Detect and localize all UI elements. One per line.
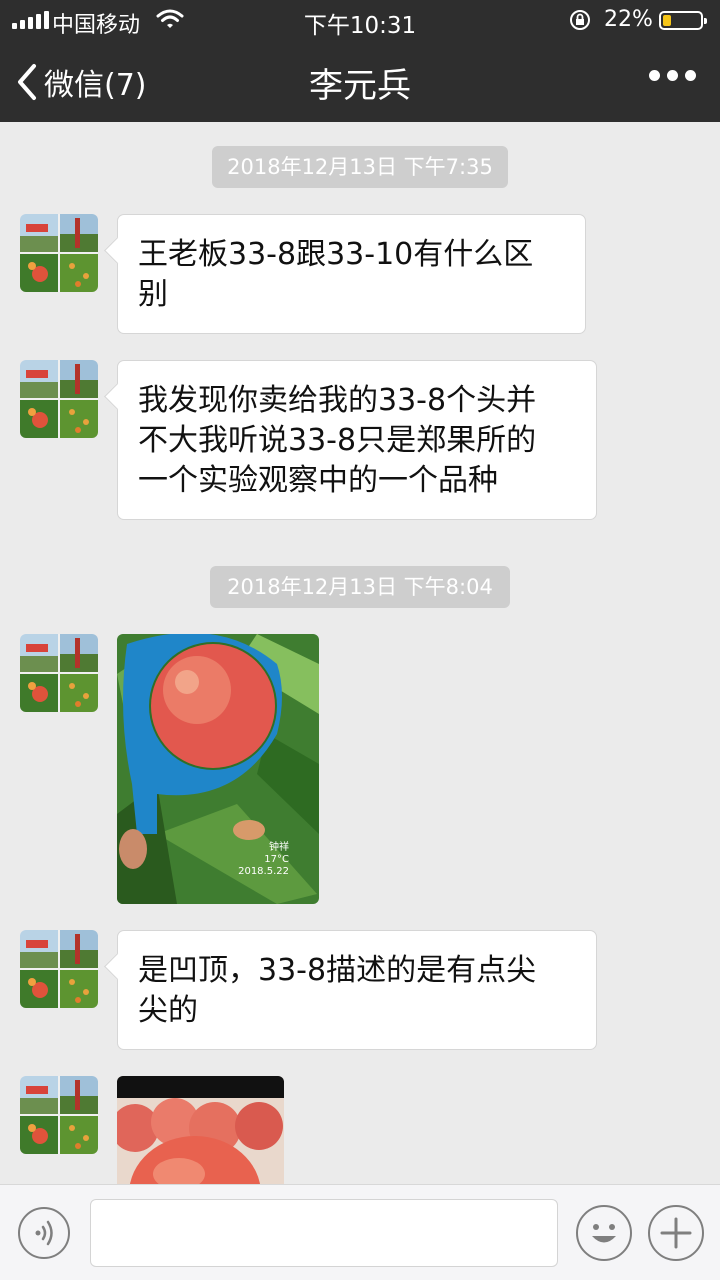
input-bar — [0, 1184, 720, 1280]
emoji-icon — [592, 1224, 616, 1243]
battery-icon — [659, 11, 707, 30]
message-line: 王老板33-8跟33-10有什么区 — [138, 237, 534, 272]
timestamp: 2018年12月13日 下午8:04 — [210, 566, 510, 608]
image-message[interactable]: 钟祥 17°C 2018.5.22 — [117, 634, 319, 904]
voice-button[interactable] — [18, 1207, 70, 1259]
photo-watermark: 钟祥 17°C 2018.5.22 — [238, 842, 289, 878]
emoji-button[interactable] — [576, 1205, 632, 1261]
chat-header: 微信(7) 李元兵 — [0, 40, 720, 122]
avatar[interactable] — [20, 1076, 98, 1154]
message-line: 不大我听说33-8只是郑果所的 — [138, 423, 537, 458]
plus-icon — [660, 1217, 692, 1249]
chat-title: 李元兵 — [309, 66, 411, 106]
watermark-temperature: 17°C — [264, 854, 289, 865]
orientation-lock-icon — [570, 10, 590, 30]
message-line: 一个实验观察中的一个品种 — [138, 463, 498, 498]
watermark-date: 2018.5.22 — [238, 866, 289, 877]
message-line: 我发现你卖给我的33-8个头并 — [138, 383, 537, 418]
more-functions-button[interactable] — [648, 1205, 704, 1261]
avatar[interactable] — [20, 634, 98, 712]
message-bubble[interactable]: 我发现你卖给我的33-8个头并 不大我听说33-8只是郑果所的 一个实验观察中的… — [117, 360, 597, 520]
message-input[interactable] — [90, 1199, 558, 1267]
message-bubble[interactable]: 是凹顶，33-8描述的是有点尖 尖的 — [117, 930, 597, 1050]
avatar[interactable] — [20, 930, 98, 1008]
message-line: 尖的 — [138, 993, 198, 1028]
message-bubble[interactable]: 王老板33-8跟33-10有什么区 别 — [117, 214, 586, 334]
message-line: 别 — [138, 277, 168, 312]
timestamp: 2018年12月13日 下午7:35 — [212, 146, 508, 188]
avatar[interactable] — [20, 360, 98, 438]
battery-percent: 22% — [604, 7, 653, 32]
image-message[interactable] — [117, 1076, 284, 1184]
status-bar: 中国移动 下午10:31 22% — [0, 0, 720, 40]
watermark-location: 钟祥 — [269, 842, 289, 853]
voice-icon — [35, 1220, 53, 1246]
message-line: 是凹顶，33-8描述的是有点尖 — [138, 953, 537, 988]
message-list[interactable]: 2018年12月13日 下午7:35 王老板33-8跟33-10有什么区 别 我… — [0, 122, 720, 1184]
more-icon[interactable] — [649, 70, 696, 81]
battery-level — [663, 15, 671, 26]
peaches-photo — [117, 1076, 284, 1184]
avatar[interactable] — [20, 214, 98, 292]
